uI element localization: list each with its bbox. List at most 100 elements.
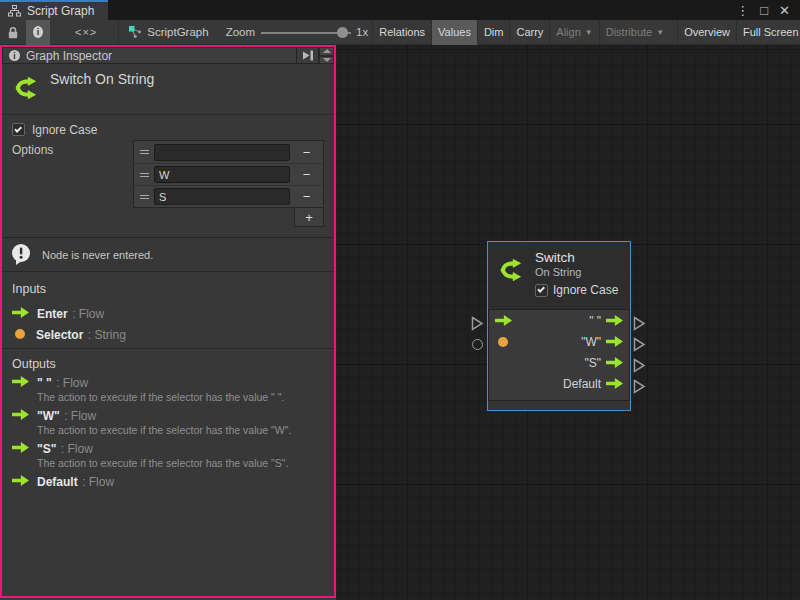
menu-icon[interactable]: ⋮ — [736, 3, 749, 18]
inspector-title: Graph Inspector — [26, 49, 112, 63]
zoom-slider-handle[interactable] — [337, 27, 348, 38]
drag-handle-icon[interactable] — [134, 195, 154, 199]
flow-port-icon — [12, 409, 29, 420]
script-graph-window: Script Graph ⋮ □ ✕ i <×> — [0, 0, 800, 600]
inputs-title: Inputs — [2, 282, 334, 297]
code-view-button[interactable]: <×> — [68, 20, 104, 45]
option-input[interactable]: S — [154, 188, 290, 205]
output-port-icon[interactable] — [606, 315, 623, 326]
zoom-value: 1x — [356, 26, 368, 38]
remove-option-button[interactable]: − — [290, 167, 323, 182]
carry-button[interactable]: Carry — [509, 20, 549, 45]
option-input[interactable]: W — [154, 166, 290, 183]
output-connection-triangle[interactable] — [633, 316, 646, 331]
enter-port-icon[interactable] — [495, 315, 512, 326]
zoom-slider[interactable] — [261, 20, 351, 45]
distribute-button[interactable]: Distribute▼ — [599, 20, 670, 45]
output-port-icon[interactable] — [606, 378, 623, 389]
chevron-down-icon: ▼ — [585, 28, 593, 37]
port-label: "S" — [584, 356, 601, 370]
option-input[interactable] — [154, 144, 290, 161]
scroll-up-button[interactable] — [319, 47, 334, 56]
unit-title-block: Switch On String — [2, 64, 334, 115]
warning-icon — [10, 243, 33, 266]
warning-text: Node is never entered. — [42, 249, 153, 261]
graph-name: ScriptGraph — [147, 26, 208, 38]
ignore-case-row: Ignore Case — [2, 122, 334, 137]
port-label: "W" — [581, 335, 601, 349]
port-type: : Flow — [56, 376, 88, 390]
arrow-up-icon — [323, 49, 331, 53]
section-divider — [2, 348, 334, 349]
ignore-case-checkbox[interactable] — [12, 123, 25, 136]
relations-button[interactable]: Relations — [372, 20, 431, 45]
node-title: Switch — [535, 250, 618, 265]
options-list: − W − S − + — [133, 140, 324, 227]
ignore-case-label: Ignore Case — [32, 123, 97, 137]
options-block: Options − W − S − — [2, 140, 334, 227]
output-connection-triangle[interactable] — [633, 358, 646, 373]
graph-inspector-panel: i Graph Inspector Switch On Stri — [0, 45, 336, 598]
output-connection-triangle[interactable] — [633, 337, 646, 352]
check-icon — [14, 125, 22, 133]
graph-breadcrumb[interactable]: ScriptGraph — [121, 20, 215, 45]
check-icon — [537, 285, 545, 293]
outputs-title: Outputs — [2, 357, 334, 372]
divider — [118, 20, 119, 45]
output-port-block: "S" : Flow The action to execute if the … — [2, 438, 334, 471]
overview-button[interactable]: Overview — [677, 20, 736, 45]
code-icon: <×> — [75, 26, 97, 38]
add-option-button[interactable]: + — [294, 208, 324, 227]
dock-button[interactable] — [297, 47, 319, 64]
close-icon[interactable]: ✕ — [779, 3, 790, 18]
output-port-icon[interactable] — [606, 357, 623, 368]
flow-port-icon — [12, 475, 29, 486]
selector-port-icon[interactable] — [498, 337, 508, 347]
port-type: : Flow — [72, 307, 104, 321]
input-connection-triangle[interactable] — [471, 316, 484, 331]
switch-node[interactable]: Switch On String Ignore Case " " "W" — [487, 241, 631, 411]
port-name: "W" — [37, 409, 60, 423]
lock-icon — [7, 26, 19, 39]
remove-option-button[interactable]: − — [290, 145, 323, 160]
drag-handle-icon[interactable] — [134, 173, 154, 177]
flow-port-icon — [12, 442, 29, 453]
values-button[interactable]: Values — [431, 20, 477, 45]
unit-title: Switch On String — [50, 71, 154, 114]
dim-button[interactable]: Dim — [477, 20, 510, 45]
output-port-icon[interactable] — [606, 336, 623, 347]
option-row: − — [134, 141, 323, 163]
align-button[interactable]: Align▼ — [549, 20, 598, 45]
switch-node-body: " " "W" "S" Default — [488, 310, 630, 400]
option-row: S − — [134, 185, 323, 207]
port-name: " " — [37, 376, 52, 390]
port-type: : String — [88, 328, 126, 342]
inspector-toggle-button[interactable]: i — [26, 20, 50, 45]
drag-handle-icon[interactable] — [134, 150, 154, 154]
selector-connection-circle[interactable] — [472, 339, 483, 350]
node-ignore-case: Ignore Case — [535, 283, 618, 297]
options-label: Options — [12, 143, 53, 157]
scroll-down-button[interactable] — [319, 56, 334, 65]
lock-button[interactable] — [0, 20, 26, 45]
switch-icon — [12, 73, 42, 103]
port-name: "S" — [37, 442, 56, 456]
node-ignore-case-checkbox[interactable] — [535, 284, 548, 297]
output-port-block: " " : Flow The action to execute if the … — [2, 372, 334, 405]
maximize-icon[interactable]: □ — [760, 3, 768, 18]
remove-option-button[interactable]: − — [290, 189, 323, 204]
node-subtitle: On String — [535, 266, 618, 278]
tab-bar: Script Graph ⋮ □ ✕ — [0, 0, 800, 20]
tab-script-graph[interactable]: Script Graph — [0, 0, 108, 20]
switch-node-footer — [488, 400, 630, 410]
port-name: Default — [37, 475, 78, 489]
window-controls: ⋮ □ ✕ — [736, 0, 800, 20]
warning-box: Node is never entered. — [2, 237, 334, 272]
output-connection-triangle[interactable] — [633, 379, 646, 394]
graph-canvas[interactable]: Switch On String Ignore Case " " "W" — [336, 45, 800, 600]
fullscreen-button[interactable]: Full Screen — [736, 20, 800, 45]
port-type: : Flow — [64, 409, 96, 423]
switch-node-header: Switch On String Ignore Case — [488, 242, 630, 310]
port-label: Default — [563, 377, 601, 391]
node-ignore-case-label: Ignore Case — [553, 283, 618, 297]
